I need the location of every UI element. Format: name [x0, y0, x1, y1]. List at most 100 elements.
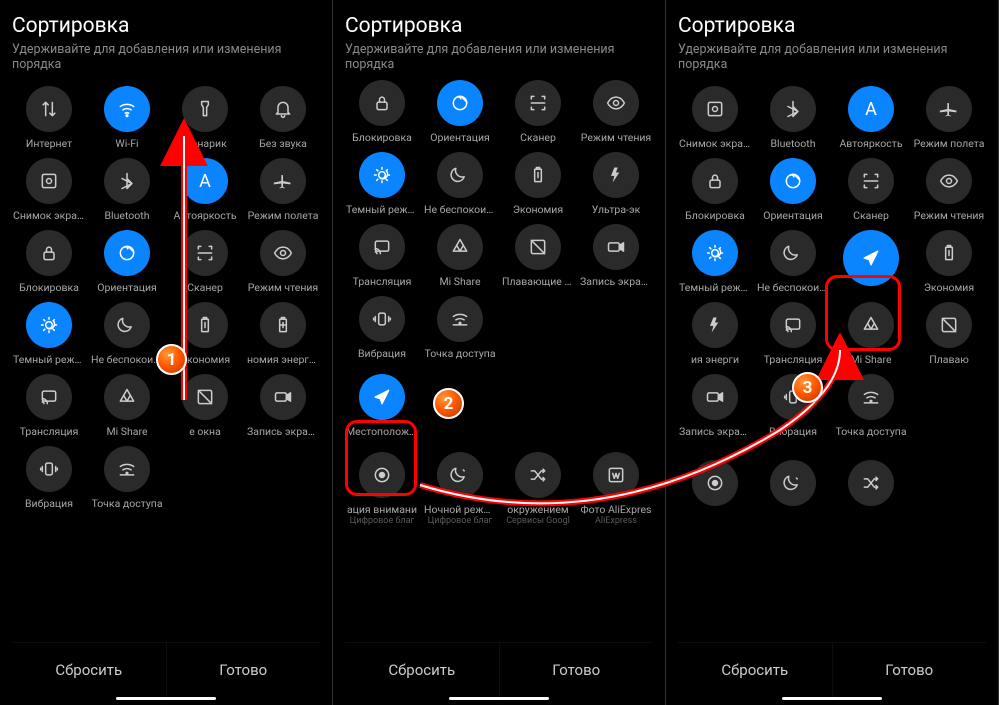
subtitle: Удерживайте для добавления или изменения…: [678, 42, 986, 72]
orientation-icon: [104, 230, 150, 276]
qs-tile-shuffle[interactable]: окружениемСервисы Googl: [501, 452, 575, 526]
hotspot-icon: [104, 446, 150, 492]
reset-button[interactable]: Сбросить: [678, 643, 833, 697]
flashlight-icon: [182, 86, 228, 132]
qs-tile-record[interactable]: Запись экрана: [579, 224, 653, 288]
qs-tile-updown[interactable]: Интернет: [12, 86, 86, 150]
tile-label: Блокировка: [685, 209, 745, 222]
float-icon: [182, 374, 228, 420]
qs-tile-scanner[interactable]: Сканер: [834, 158, 908, 222]
qs-tile-location[interactable]: [834, 230, 908, 294]
qs-tile-float[interactable]: Плавающие ок: [501, 224, 575, 288]
qs-tile-float[interactable]: Плаваю: [912, 302, 986, 366]
dnd-icon: [437, 152, 483, 198]
qs-tile-hotspot[interactable]: Точка доступа: [90, 446, 164, 510]
qs-tile-nightmode[interactable]: Ночной режимЦифровое благ: [423, 452, 497, 526]
qs-tile-batteryplus[interactable]: номия энергии: [246, 302, 320, 366]
qs-tile-vibration[interactable]: Вибрация: [345, 296, 419, 360]
tile-label: Экономия: [180, 353, 230, 366]
tiles-grid: ИнтернетWi-Fi Фонарик Без звука Снимок экра…: [12, 86, 320, 510]
qs-tile-float[interactable]: е окна: [168, 374, 242, 438]
qs-tile-cast[interactable]: Трансляция: [12, 374, 86, 438]
tile-label: Трансляция: [764, 353, 823, 366]
qs-tile-airplane[interactable]: Режим полета: [246, 158, 320, 222]
qs-tile-focus[interactable]: ация вниманиЦифровое благ: [345, 452, 419, 526]
qs-tile-wifi[interactable]: Wi-Fi: [90, 86, 164, 150]
qs-tile-record[interactable]: Запись экрана: [678, 374, 752, 438]
batteryplus-icon: [260, 302, 306, 348]
tile-label: ия энерги: [691, 353, 739, 366]
title: Сортировка: [12, 14, 320, 38]
qs-tile-darkmode[interactable]: Темный режим: [678, 230, 752, 294]
qs-tile-dnd[interactable]: Не беспокоить: [756, 230, 830, 294]
qs-tile-airplane[interactable]: Режим полета: [912, 86, 986, 150]
qs-tile-lock[interactable]: Блокировка: [12, 230, 86, 294]
screenshot-icon: [26, 158, 72, 204]
qs-tile-bell[interactable]: Без звука: [246, 86, 320, 150]
qs-tile-hotspot[interactable]: Точка доступа: [834, 374, 908, 438]
qs-tile-ultra[interactable]: Ультра-эк: [579, 152, 653, 216]
qs-tile-lock[interactable]: Блокировка: [345, 80, 419, 144]
qs-tile-screenshot[interactable]: Снимок экрана: [678, 86, 752, 150]
qs-tile-vibration[interactable]: Вибрация: [12, 446, 86, 510]
qs-tile-bluetooth[interactable]: Bluetooth: [756, 86, 830, 150]
qs-tile-autobright[interactable]: AАвтояркость: [168, 158, 242, 222]
home-indicator[interactable]: [449, 697, 549, 700]
qs-tile-mishare[interactable]: Mi Share: [834, 302, 908, 366]
qs-tile-orientation[interactable]: Ориентация: [90, 230, 164, 294]
home-indicator[interactable]: [116, 697, 216, 700]
cast-icon: [359, 224, 405, 270]
qs-tile-mishare[interactable]: Mi Share: [423, 224, 497, 288]
qs-tile-eye[interactable]: Режим чтения: [246, 230, 320, 294]
qs-tile-cast[interactable]: Трансляция: [345, 224, 419, 288]
reset-button[interactable]: Сбросить: [345, 643, 500, 697]
qs-tile-dnd[interactable]: Не беспокоить: [90, 302, 164, 366]
qs-tile-dnd[interactable]: Не беспокоить: [423, 152, 497, 216]
battery-icon: [926, 230, 972, 276]
subtitle: Удерживайте для добавления или изменения…: [12, 42, 320, 72]
tile-label: Не беспокоить: [757, 281, 829, 294]
qs-tile-lock[interactable]: Блокировка: [678, 158, 752, 222]
qs-tile-scanner[interactable]: Сканер: [168, 230, 242, 294]
qs-tile-autobright[interactable]: AАвтояркость: [834, 86, 908, 150]
tile-label: Режим полета: [248, 209, 319, 222]
qs-tile-mishare[interactable]: Mi Share: [90, 374, 164, 438]
done-button[interactable]: Готово: [500, 643, 654, 697]
qs-tile-flashlight[interactable]: Фонарик: [168, 86, 242, 150]
tile-label: Ориентация: [97, 281, 157, 294]
qs-tile-battery[interactable]: Экономия: [912, 230, 986, 294]
qs-tile-record[interactable]: Запись экрана: [246, 374, 320, 438]
shuffle-icon: [515, 452, 561, 498]
done-button[interactable]: Готово: [833, 643, 987, 697]
dnd-icon: [104, 302, 150, 348]
qs-tile-scanner[interactable]: Сканер: [501, 80, 575, 144]
qs-tile-darkmode[interactable]: Темный режим: [12, 302, 86, 366]
home-indicator[interactable]: [782, 697, 882, 700]
qs-tile-cast[interactable]: Трансляция: [756, 302, 830, 366]
qs-tile-eye[interactable]: Режим чтения: [579, 80, 653, 144]
qs-tile-screenshot[interactable]: Снимок экрана: [12, 158, 86, 222]
qs-tile-ultra[interactable]: ия энерги: [678, 302, 752, 366]
qs-tile-battery[interactable]: Экономия: [501, 152, 575, 216]
qs-tile-shuffle[interactable]: [834, 460, 908, 506]
qs-tile-location[interactable]: Местоположен: [345, 374, 419, 438]
tile-label: Автояркость: [839, 137, 902, 150]
darkmode-icon: [692, 230, 738, 276]
qs-tile-darkmode[interactable]: Темный режим: [345, 152, 419, 216]
reset-button[interactable]: Сбросить: [12, 643, 167, 697]
qs-tile-focus[interactable]: [678, 460, 752, 506]
qs-tile-eye[interactable]: Режим чтения: [912, 158, 986, 222]
tile-label: Mi Share: [850, 353, 891, 366]
qs-tile-nightmode[interactable]: [756, 460, 830, 506]
record-icon: [593, 224, 639, 270]
location-icon: [359, 374, 405, 420]
qs-tile-aliexpress[interactable]: Фото AliExpresAliExpress: [579, 452, 653, 526]
qs-tile-orientation[interactable]: Ориентация: [756, 158, 830, 222]
qs-tile-orientation[interactable]: Ориентация: [423, 80, 497, 144]
lock-icon: [692, 158, 738, 204]
qs-tile-hotspot[interactable]: Точка доступа: [423, 296, 497, 360]
tile-label: Фонарик: [183, 137, 227, 150]
tile-label: Экономия: [924, 281, 974, 294]
qs-tile-bluetooth[interactable]: Bluetooth: [90, 158, 164, 222]
done-button[interactable]: Готово: [167, 643, 321, 697]
